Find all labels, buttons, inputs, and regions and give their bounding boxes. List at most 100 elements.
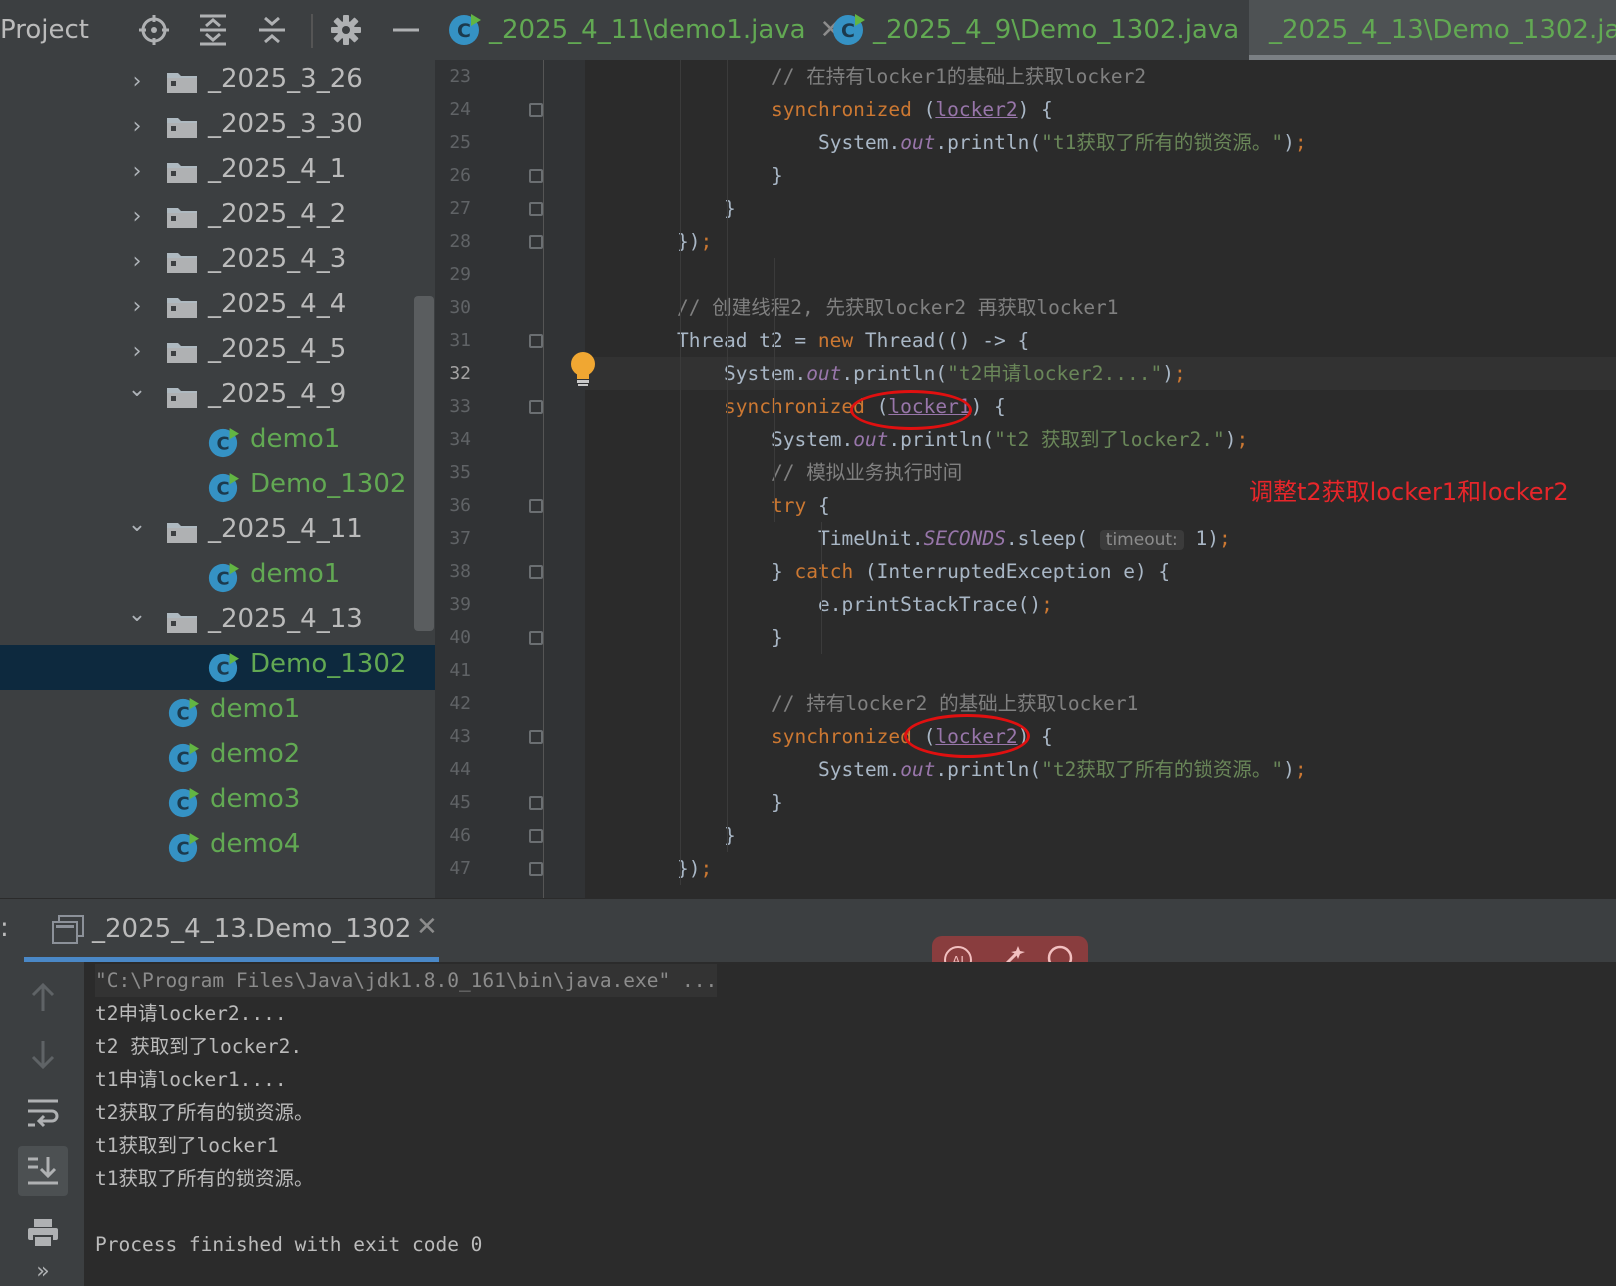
line-number[interactable]: 36 [435,495,471,516]
code-line[interactable]: Thread t2 = new Thread(() -> { [677,324,1029,357]
tree-class-item[interactable]: Cdemo1 [0,555,435,600]
tab-demo1-2025-4-11[interactable]: C _2025_4_11\demo1.java ✕ [447,0,841,60]
code-line[interactable]: System.out.println("t2申请locker2...."); [724,357,1186,390]
chevron-right-icon[interactable]: › [124,204,150,230]
tree-folder-item[interactable]: › _2025_3_26 [0,60,435,105]
code-line[interactable]: synchronized (locker2) { [771,93,1053,126]
line-number[interactable]: 47 [435,858,471,879]
chevron-right-icon[interactable]: › [124,339,150,365]
line-number[interactable]: 39 [435,594,471,615]
line-number[interactable]: 33 [435,396,471,417]
fold-marker-icon[interactable] [529,796,543,810]
chevron-right-icon[interactable]: › [124,294,150,320]
tree-folder-item[interactable]: ⌄ _2025_4_11 [0,510,435,555]
fold-marker-icon[interactable] [529,169,543,183]
soft-wrap-icon[interactable] [18,1088,68,1138]
tab-demo1302-2025-4-9[interactable]: C _2025_4_9\Demo_1302.java ✕ [831,0,1275,60]
line-number[interactable]: 24 [435,99,471,120]
line-number[interactable]: 35 [435,462,471,483]
line-number[interactable]: 34 [435,429,471,450]
tree-class-item[interactable]: Cdemo2 [0,735,435,780]
line-number[interactable]: 40 [435,627,471,648]
line-number[interactable]: 38 [435,561,471,582]
fold-marker-icon[interactable] [529,334,543,348]
fold-marker-icon[interactable] [529,103,543,117]
fold-marker-icon[interactable] [529,565,543,579]
code-line[interactable]: } catch (InterruptedException e) { [771,555,1170,588]
code-line[interactable]: e.printStackTrace(); [818,588,1053,621]
fold-marker-icon[interactable] [529,829,543,843]
tree-class-item[interactable]: C Demo_1302 [0,645,435,690]
line-number[interactable]: 23 [435,66,471,87]
console-output[interactable]: "C:\Program Files\Java\jdk1.8.0_161\bin\… [84,962,1616,1286]
line-number[interactable]: 25 [435,132,471,153]
code-line[interactable]: }); [677,225,712,258]
line-number[interactable]: 44 [435,759,471,780]
tree-class-item[interactable]: Cdemo3 [0,780,435,825]
line-number[interactable]: 30 [435,297,471,318]
tree-class-item[interactable]: Cdemo1 [0,690,435,735]
code-line[interactable]: // 模拟业务执行时间 [771,456,962,489]
line-number[interactable]: 28 [435,231,471,252]
line-number[interactable]: 26 [435,165,471,186]
project-scrollbar[interactable] [414,296,434,631]
locate-icon[interactable] [136,12,172,48]
code-line[interactable]: } [771,786,783,819]
arrow-down-icon[interactable] [18,1030,68,1080]
fold-marker-icon[interactable] [529,400,543,414]
fold-marker-icon[interactable] [529,862,543,876]
code-line[interactable]: // 在持有locker1的基础上获取locker2 [771,60,1146,93]
code-line[interactable]: } [771,621,783,654]
chevron-right-icon[interactable]: › [124,114,150,140]
tree-folder-item[interactable]: › _2025_4_1 [0,150,435,195]
fold-marker-icon[interactable] [529,631,543,645]
minimize-icon[interactable] [388,12,424,48]
line-number[interactable]: 43 [435,726,471,747]
tree-class-item[interactable]: C Demo_1302 [0,465,435,510]
line-number[interactable]: 27 [435,198,471,219]
chevron-right-icon[interactable]: › [124,69,150,95]
line-number[interactable]: 31 [435,330,471,351]
code-line[interactable]: System.out.println("t2 获取到了locker2."); [771,423,1248,456]
scroll-to-end-icon[interactable] [18,1146,68,1196]
line-number[interactable]: 32 [435,363,471,384]
code-line[interactable]: System.out.println("t2获取了所有的锁资源。"); [818,753,1307,786]
lightbulb-icon[interactable] [568,351,598,387]
line-number[interactable]: 46 [435,825,471,846]
tree-folder-item[interactable]: › _2025_4_5 [0,330,435,375]
line-number[interactable]: 29 [435,264,471,285]
expand-all-icon[interactable] [195,12,231,48]
code-line[interactable]: // 创建线程2, 先获取locker2 再获取locker1 [677,291,1119,324]
arrow-up-icon[interactable] [18,972,68,1022]
fold-marker-icon[interactable] [529,235,543,249]
tree-folder-item[interactable]: › _2025_4_2 [0,195,435,240]
code-line[interactable]: }); [677,852,712,885]
chevron-right-icon[interactable]: › [124,249,150,275]
close-icon[interactable]: ✕ [416,912,438,942]
line-number[interactable]: 45 [435,792,471,813]
code-line[interactable]: } [724,192,736,225]
tree-folder-item[interactable]: ⌄ _2025_4_13 [0,600,435,645]
fold-marker-icon[interactable] [529,202,543,216]
line-number[interactable]: 42 [435,693,471,714]
collapse-all-icon[interactable] [254,12,290,48]
chevron-down-icon[interactable]: ⌄ [124,512,150,538]
print-icon[interactable] [18,1208,68,1258]
code-line[interactable]: System.out.println("t1获取了所有的锁资源。"); [818,126,1307,159]
tree-folder-item[interactable]: ⌄ _2025_4_9 [0,375,435,420]
line-number[interactable]: 37 [435,528,471,549]
fold-marker-icon[interactable] [529,730,543,744]
code-line[interactable]: try { [771,489,830,522]
tree-folder-item[interactable]: › _2025_3_30 [0,105,435,150]
tab-demo1302-2025-4-13[interactable]: C _2025_4_13\Demo_1302.ja [1249,0,1616,60]
code-line[interactable]: TimeUnit.SECONDS.sleep( timeout: 1); [818,522,1231,555]
tree-class-item[interactable]: Cdemo1 [0,420,435,465]
run-tab[interactable]: _2025_4_13.Demo_1302 ✕ [24,899,439,963]
tree-folder-item[interactable]: › _2025_4_3 [0,240,435,285]
line-number[interactable]: 41 [435,660,471,681]
code-line[interactable]: } [724,819,736,852]
tree-folder-item[interactable]: › _2025_4_4 [0,285,435,330]
project-panel-title[interactable]: Project [0,15,89,45]
code-line[interactable]: } [771,159,783,192]
chevron-right-icon[interactable]: › [124,159,150,185]
